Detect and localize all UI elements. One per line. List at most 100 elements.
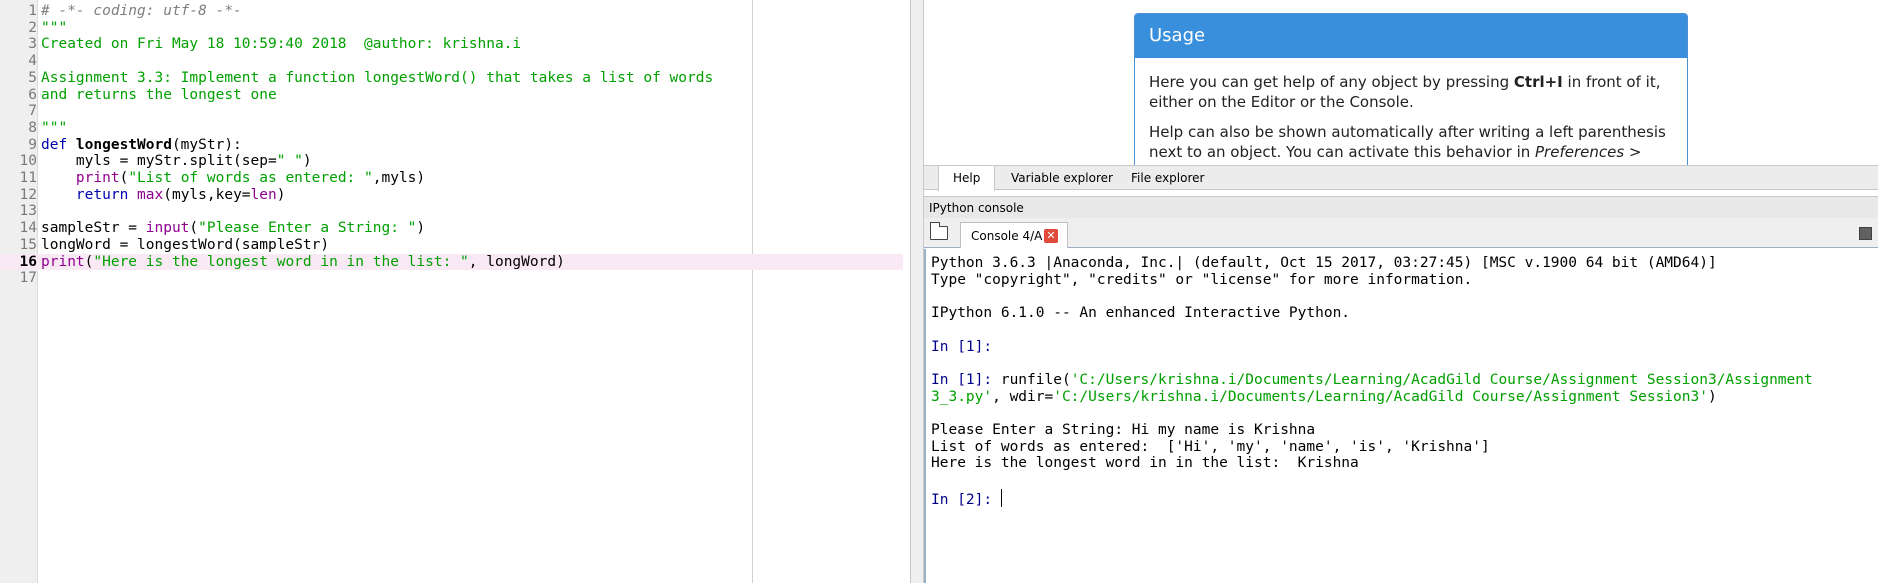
line-number: 6 bbox=[28, 86, 37, 103]
code-line[interactable]: 1 # -*- coding: utf-8 -*- bbox=[0, 3, 903, 20]
line-number: 13 bbox=[19, 203, 37, 220]
tab-variable-explorer[interactable]: Variable explorer bbox=[997, 166, 1127, 190]
console-line: Type "copyright", "credits" or "license"… bbox=[931, 272, 1472, 289]
code-token: and returns the longest one bbox=[41, 86, 277, 103]
code-token: ) bbox=[416, 220, 426, 237]
line-number: 7 bbox=[28, 103, 37, 120]
usage-text: Here you can get help of any object by p… bbox=[1149, 73, 1514, 91]
code-token: Assignment 3.3: Implement a function lon… bbox=[41, 69, 714, 86]
pane-tab-bar: Help Variable explorer File explorer bbox=[924, 165, 1878, 191]
code-token: max bbox=[137, 186, 164, 203]
code-line[interactable]: 10 myls = myStr.split(sep=" ") bbox=[0, 153, 903, 170]
console-token: In [1]: bbox=[931, 338, 993, 355]
code-token: sampleStr = bbox=[41, 220, 146, 237]
code-token: def bbox=[41, 136, 76, 153]
code-line[interactable]: 6 and returns the longest one bbox=[0, 87, 903, 104]
console-token: 'C:/Users/krishna.i/Documents/Learning/A… bbox=[1053, 388, 1708, 405]
code-text: return max(myls,key=len) bbox=[41, 186, 286, 204]
code-token: (myls,key= bbox=[163, 186, 251, 203]
code-line[interactable]: 11 print("List of words as entered: ",my… bbox=[0, 170, 903, 187]
code-text: sampleStr = input("Please Enter a String… bbox=[41, 220, 425, 237]
code-token: " " bbox=[276, 153, 303, 170]
folder-icon[interactable] bbox=[930, 222, 948, 240]
code-line[interactable]: 4 bbox=[0, 53, 903, 70]
code-line[interactable]: 16 print("Here is the longest word in in … bbox=[0, 253, 903, 271]
code-text: print("Here is the longest word in in th… bbox=[41, 254, 565, 271]
console-token: 'C:/Users/krishna.i/Documents/Learning/A… bbox=[1070, 371, 1813, 388]
console-token: List of words as entered: ['Hi', 'my', '… bbox=[931, 438, 1490, 455]
code-token: # -*- coding: utf-8 -*- bbox=[41, 3, 242, 19]
code-editor[interactable]: 1 # -*- coding: utf-8 -*- 2 """ 3 Created on … bbox=[0, 0, 911, 583]
code-line[interactable]: 2 """ bbox=[0, 20, 903, 37]
code-token: ,myls) bbox=[372, 170, 426, 186]
code-line[interactable]: 7 bbox=[0, 103, 903, 120]
code-token: (myStr): bbox=[171, 136, 242, 153]
console-token: Type "copyright", "credits" or "license"… bbox=[931, 271, 1473, 288]
console-output[interactable]: Python 3.6.3 |Anaconda, Inc.| (default, … bbox=[924, 249, 1878, 583]
code-line[interactable]: 5 Assignment 3.3: Implement a function lo… bbox=[0, 70, 903, 87]
line-number: 5 bbox=[28, 69, 37, 86]
line-number: 9 bbox=[28, 136, 37, 153]
line-number: 16 bbox=[19, 253, 37, 270]
console-token: , wdir= bbox=[992, 388, 1054, 405]
code-text: """ bbox=[41, 120, 67, 137]
code-line[interactable]: 17 bbox=[0, 270, 903, 287]
console-token: 3_3.py' bbox=[931, 388, 993, 405]
close-icon[interactable]: ✕ bbox=[1044, 229, 1058, 243]
pane-splitter[interactable] bbox=[911, 0, 924, 583]
code-line[interactable]: 15 longWord = longestWord(sampleStr) bbox=[0, 237, 903, 254]
code-token: print bbox=[75, 170, 120, 186]
code-line[interactable]: 3 Created on Fri May 18 10:59:40 2018 @au… bbox=[0, 36, 903, 53]
console-line: List of words as entered: ['Hi', 'my', '… bbox=[931, 439, 1490, 456]
console-line: In [1]: bbox=[931, 339, 992, 356]
code-token: longWord = longestWord(sampleStr) bbox=[41, 236, 330, 253]
line-number: 1 bbox=[28, 3, 37, 19]
console-token: In [1]: bbox=[931, 371, 1001, 388]
code-text: and returns the longest one bbox=[41, 87, 277, 104]
code-text: # -*- coding: utf-8 -*- bbox=[41, 3, 242, 20]
code-text: Created on Fri May 18 10:59:40 2018 @aut… bbox=[41, 36, 521, 53]
tab-file-explorer[interactable]: File explorer bbox=[1117, 166, 1218, 190]
code-text: myls = myStr.split(sep=" ") bbox=[41, 153, 312, 170]
console-token: Python 3.6.3 |Anaconda, Inc.| (default, … bbox=[931, 255, 1717, 271]
preferences-link[interactable]: Preferences > bbox=[1535, 143, 1641, 161]
console-token: ) bbox=[1707, 388, 1717, 405]
shortcut-key: Ctrl+I bbox=[1513, 73, 1563, 91]
code-token: len bbox=[250, 186, 277, 203]
line-number: 15 bbox=[19, 236, 37, 253]
code-text: print("List of words as entered: ",myls) bbox=[41, 170, 425, 187]
console-line: 3_3.py', wdir='C:/Users/krishna.i/Docume… bbox=[931, 389, 1717, 406]
console-token: Here is the longest word in in the list:… bbox=[931, 455, 1359, 472]
code-line[interactable]: 12 return max(myls,key=len) bbox=[0, 187, 903, 204]
code-token: ( bbox=[189, 220, 199, 237]
console-token: runfile( bbox=[1000, 371, 1071, 388]
code-token: ( bbox=[119, 170, 129, 186]
code-line[interactable]: 14 sampleStr = input("Please Enter a Stri… bbox=[0, 220, 903, 237]
line-number: 17 bbox=[19, 270, 37, 287]
code-token: print bbox=[41, 253, 85, 270]
usage-title: Usage bbox=[1135, 14, 1687, 58]
code-line[interactable]: 9 def longestWord(myStr): bbox=[0, 137, 903, 154]
options-icon[interactable] bbox=[1859, 227, 1872, 240]
text-cursor bbox=[1000, 488, 1002, 507]
code-token: "Here is the longest word in in the list… bbox=[93, 253, 469, 270]
line-number: 14 bbox=[19, 220, 37, 237]
line-number: 3 bbox=[28, 36, 37, 53]
code-line[interactable]: 8 """ bbox=[0, 120, 903, 137]
code-token: input bbox=[145, 220, 190, 237]
tab-help[interactable]: Help bbox=[938, 166, 996, 191]
console-token: In [2]: bbox=[931, 491, 1001, 508]
code-line[interactable]: 13 bbox=[0, 203, 903, 220]
help-pane: Usage Here you can get help of any objec… bbox=[924, 0, 1878, 165]
line-number: 11 bbox=[19, 170, 37, 186]
console-line: In [2]: bbox=[931, 488, 1002, 508]
code-token: "Please Enter a String: " bbox=[198, 220, 417, 237]
usage-box: Usage Here you can get help of any objec… bbox=[1134, 13, 1688, 165]
usage-paragraph-2: Help can also be shown automatically aft… bbox=[1149, 122, 1673, 162]
console-token: Please Enter a String: Hi my name is Kri… bbox=[931, 422, 1316, 438]
line-number: 2 bbox=[28, 19, 37, 36]
tab-console[interactable]: Console 4/A ✕ bbox=[960, 222, 1068, 248]
console-token: IPython 6.1.0 -- An enhanced Interactive… bbox=[931, 305, 1351, 322]
